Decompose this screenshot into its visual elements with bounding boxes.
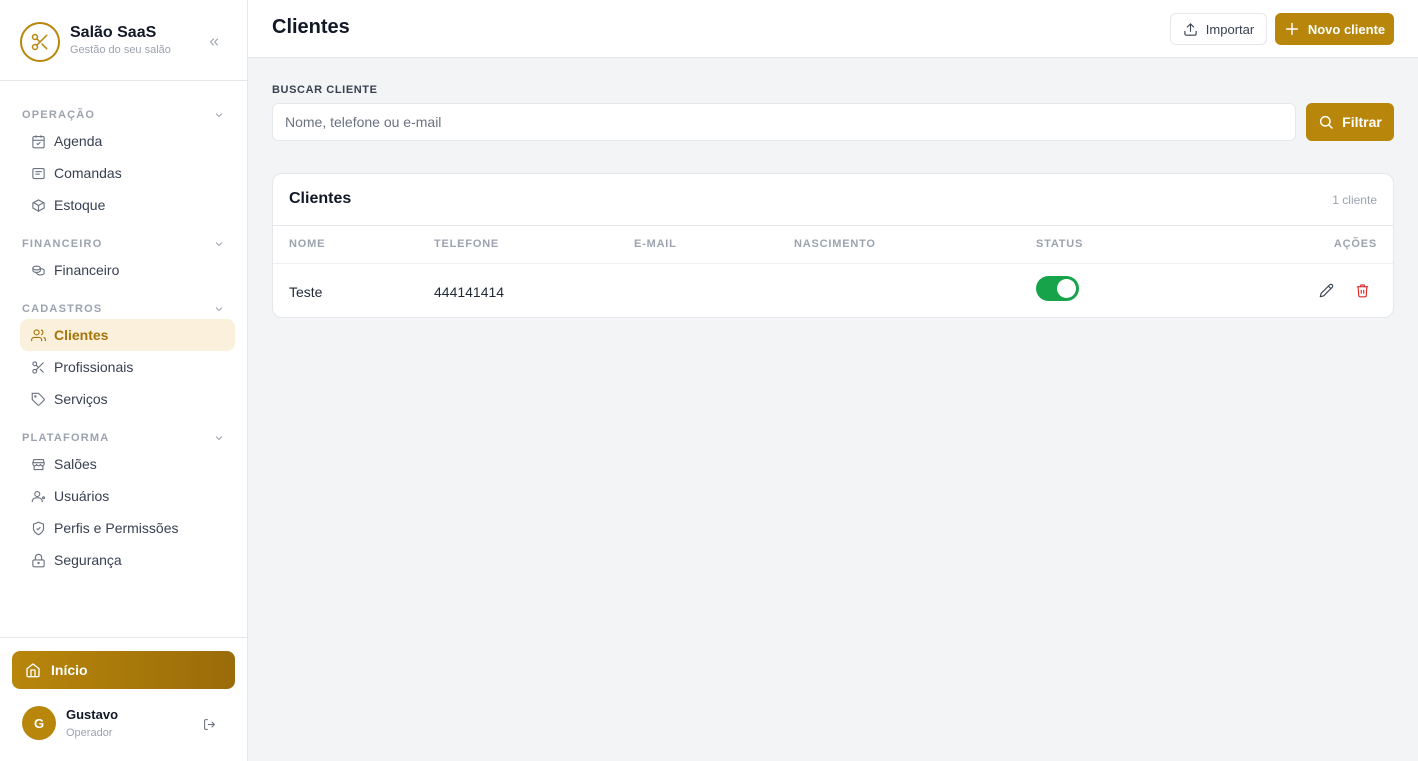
store-icon	[30, 456, 46, 472]
sidebar-item-financeiro[interactable]: Financeiro	[20, 254, 235, 286]
sidebar-item-servicos[interactable]: Serviços	[20, 383, 235, 415]
edit-pencil-icon[interactable]	[1317, 281, 1335, 299]
sidebar-item-agenda[interactable]: Agenda	[20, 125, 235, 157]
sidebar-item-label: Salões	[54, 456, 97, 472]
sidebar-item-saloes[interactable]: Salões	[20, 448, 235, 480]
tag-icon	[30, 391, 46, 407]
plus-icon	[1284, 21, 1300, 37]
shield-icon	[30, 520, 46, 536]
delete-trash-icon[interactable]	[1353, 281, 1371, 299]
column-header-nascimento: NASCIMENTO	[794, 238, 876, 250]
search-icon	[1318, 114, 1334, 130]
page-title: Clientes	[272, 16, 350, 38]
divider	[273, 225, 1393, 226]
new-client-label: Novo cliente	[1307, 21, 1386, 37]
filter-label: Filtrar	[1342, 114, 1382, 130]
sidebar: Salão SaaS Gestão do seu salão OPERAÇÃO …	[0, 0, 248, 761]
filter-button[interactable]: Filtrar	[1306, 103, 1394, 141]
cell-telefone: 444141414	[434, 284, 505, 300]
avatar[interactable]: G	[22, 706, 56, 740]
section-title-operacao: OPERAÇÃO	[22, 109, 96, 121]
calendar-icon	[30, 133, 46, 149]
coins-icon	[30, 262, 46, 278]
sidebar-item-label: Usuários	[54, 488, 110, 504]
lock-icon	[30, 552, 46, 568]
scissors-icon	[20, 22, 60, 62]
section-title-plataforma: PLATAFORMA	[22, 432, 110, 444]
table-count: 1 cliente	[1332, 193, 1377, 207]
sidebar-item-perfis[interactable]: Perfis e Permissões	[20, 512, 235, 544]
table-title: Clientes	[289, 190, 352, 207]
sidebar-item-label: Perfis e Permissões	[54, 520, 179, 536]
sidebar-item-label: Comandas	[54, 165, 122, 181]
column-header-telefone: TELEFONE	[434, 238, 500, 250]
logout-icon[interactable]	[201, 716, 217, 732]
column-header-nome: NOME	[289, 238, 326, 250]
user-icon	[30, 488, 46, 504]
sidebar-item-label: Serviços	[54, 391, 108, 407]
import-button[interactable]: Importar	[1170, 13, 1267, 45]
sidebar-item-label: Segurança	[54, 552, 122, 568]
sidebar-footer: Início G Gustavo Operador	[0, 637, 247, 761]
column-header-status: STATUS	[1036, 238, 1084, 250]
brand-subtitle: Gestão do seu salão	[70, 44, 171, 56]
section-title-cadastros: CADASTROS	[22, 303, 103, 315]
user-role: Operador	[66, 727, 113, 739]
toggle-knob	[1057, 279, 1076, 298]
sidebar-item-estoque[interactable]: Estoque	[20, 189, 235, 221]
receipt-icon	[30, 165, 46, 181]
sidebar-item-label: Profissionais	[54, 359, 134, 375]
scissors-icon	[30, 359, 46, 375]
chevron-down-icon[interactable]	[212, 237, 226, 251]
chevron-down-icon[interactable]	[212, 431, 226, 445]
column-header-email: E-MAIL	[634, 238, 677, 250]
chevron-down-icon[interactable]	[212, 108, 226, 122]
column-header-acoes: AÇÕES	[1333, 238, 1377, 250]
sidebar-item-usuarios[interactable]: Usuários	[20, 480, 235, 512]
collapse-sidebar-icon[interactable]	[203, 31, 225, 53]
brand: Salão SaaS Gestão do seu salão	[0, 0, 247, 81]
brand-name: Salão SaaS	[70, 24, 157, 41]
sidebar-item-label: Estoque	[54, 197, 106, 213]
sidebar-item-clientes[interactable]: Clientes	[20, 319, 235, 351]
chevron-down-icon[interactable]	[212, 302, 226, 316]
home-label: Início	[51, 662, 88, 678]
status-toggle[interactable]	[1036, 276, 1079, 301]
search-input[interactable]	[272, 103, 1296, 141]
sidebar-item-profissionais[interactable]: Profissionais	[20, 351, 235, 383]
sidebar-item-label: Financeiro	[54, 262, 120, 278]
search-label: BUSCAR CLIENTE	[272, 84, 378, 96]
clients-table-card: Clientes 1 cliente NOME TELEFONE E-MAIL …	[272, 173, 1394, 318]
sidebar-item-comandas[interactable]: Comandas	[20, 157, 235, 189]
cell-nome: Teste	[289, 284, 323, 300]
box-icon	[30, 197, 46, 213]
new-client-button[interactable]: Novo cliente	[1275, 13, 1394, 45]
sidebar-item-label: Clientes	[54, 327, 109, 343]
home-icon	[25, 662, 41, 678]
import-label: Importar	[1205, 21, 1255, 37]
section-title-financeiro: FINANCEIRO	[22, 238, 103, 250]
topbar: Clientes Importar Novo cliente	[248, 0, 1418, 58]
user-name: Gustavo	[66, 707, 119, 722]
sidebar-item-label: Agenda	[54, 133, 103, 149]
sidebar-item-seguranca[interactable]: Segurança	[20, 544, 235, 576]
users-icon	[30, 327, 46, 343]
home-button[interactable]: Início	[12, 651, 235, 689]
divider	[273, 263, 1393, 264]
upload-icon	[1183, 22, 1198, 37]
